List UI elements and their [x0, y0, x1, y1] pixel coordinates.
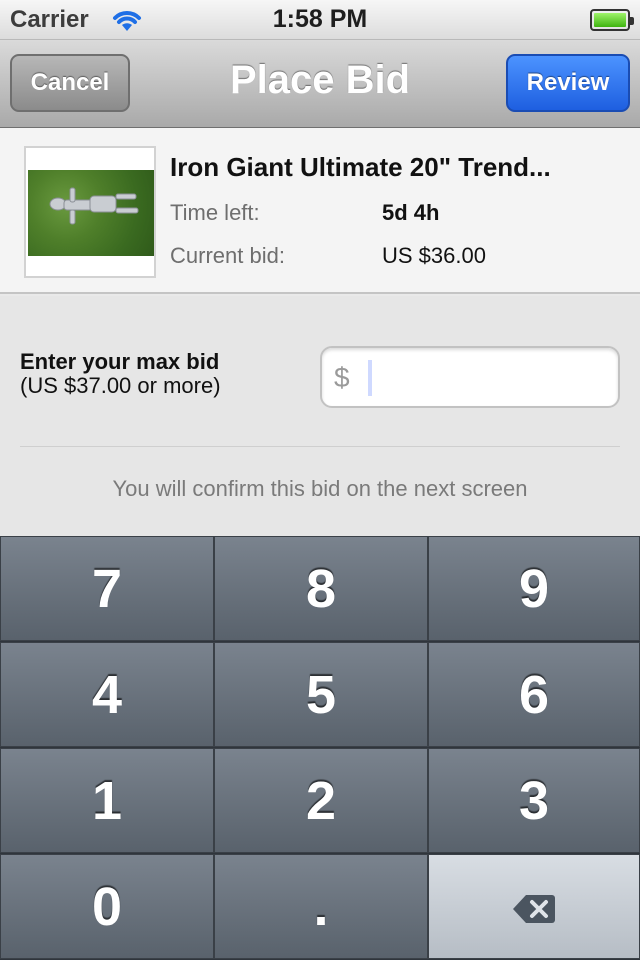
- numeric-keypad: 7 8 9 4 5 6 1 2 3 0 .: [0, 536, 640, 960]
- clock: 1:58 PM: [272, 5, 368, 33]
- battery-icon: [590, 9, 634, 31]
- time-left-value: 5d 4h: [382, 200, 440, 225]
- item-thumbnail: [24, 146, 156, 278]
- key-2[interactable]: 2: [214, 748, 428, 853]
- divider: [20, 446, 620, 447]
- key-3[interactable]: 3: [428, 748, 640, 853]
- backspace-key[interactable]: [428, 854, 640, 959]
- key-4[interactable]: 4: [0, 642, 214, 747]
- max-bid-input[interactable]: $: [320, 346, 620, 408]
- min-bid-hint: (US $37.00 or more): [20, 373, 221, 398]
- key-5[interactable]: 5: [214, 642, 428, 747]
- key-1[interactable]: 1: [0, 748, 214, 853]
- max-bid-title: Enter your max bid: [20, 349, 220, 374]
- status-bar: Carrier 1:58 PM: [0, 0, 640, 40]
- navigation-bar: Cancel Place Bid Review: [0, 40, 640, 128]
- confirm-note: You will confirm this bid on the next sc…: [112, 476, 528, 501]
- item-photo: [28, 170, 154, 256]
- key-6[interactable]: 6: [428, 642, 640, 747]
- item-summary: Iron Giant Ultimate 20" Trend... Time le…: [0, 128, 640, 294]
- backspace-icon: [512, 876, 556, 938]
- max-bid-label: Enter your max bid (US $37.00 or more): [20, 350, 221, 398]
- text-caret: [368, 360, 372, 396]
- current-bid-value: US $36.00: [382, 243, 486, 268]
- key-decimal[interactable]: .: [214, 854, 428, 959]
- current-bid-label: Current bid:: [170, 243, 285, 268]
- review-button[interactable]: Review: [506, 54, 630, 112]
- bid-entry-section: Enter your max bid (US $37.00 or more) $…: [0, 296, 640, 536]
- currency-symbol: $: [334, 362, 350, 393]
- key-7[interactable]: 7: [0, 536, 214, 641]
- key-9[interactable]: 9: [428, 536, 640, 641]
- item-title: Iron Giant Ultimate 20" Trend...: [170, 152, 551, 182]
- key-8[interactable]: 8: [214, 536, 428, 641]
- time-left-label: Time left:: [170, 200, 260, 225]
- key-0[interactable]: 0: [0, 854, 214, 959]
